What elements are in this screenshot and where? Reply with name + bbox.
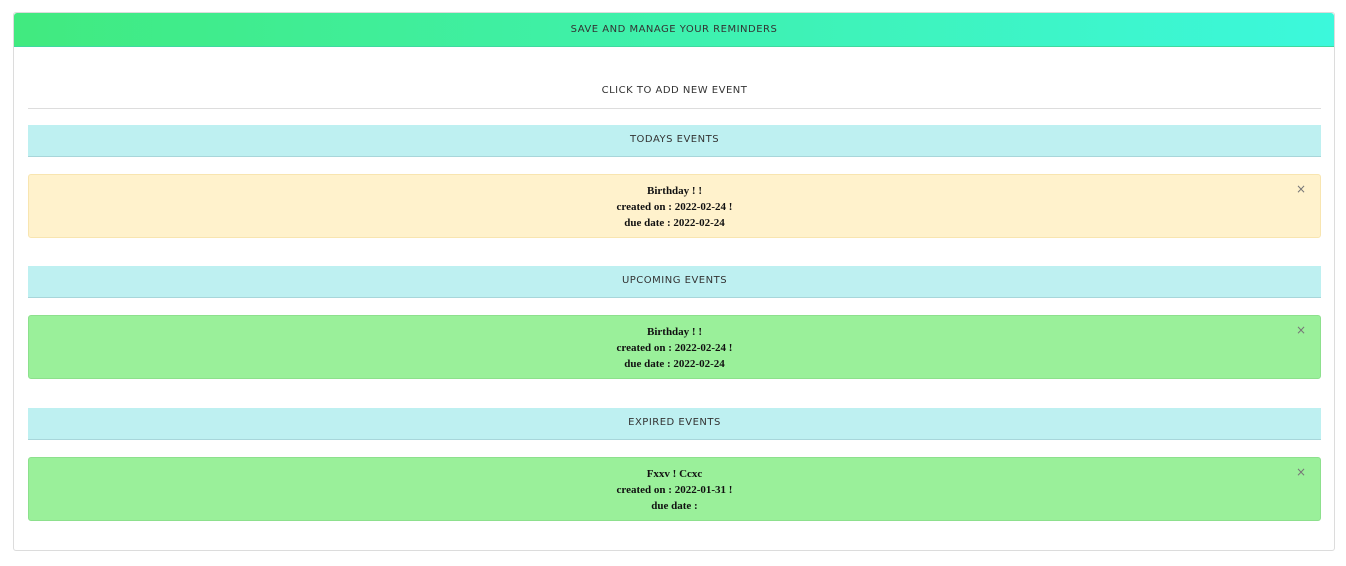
- event-due: due date : 2022-02-24: [624, 358, 725, 370]
- close-icon[interactable]: ×: [1296, 322, 1306, 338]
- event-due: due date :: [651, 500, 698, 512]
- event-created: created on : 2022-02-24 !: [616, 201, 733, 213]
- reminders-card: SAVE AND MANAGE YOUR REMINDERS CLICK TO …: [13, 12, 1335, 551]
- event-alert: Birthday ! ! created on : 2022-02-24 ! d…: [28, 174, 1321, 238]
- section-expired-events: EXPIRED EVENTS: [28, 408, 1321, 440]
- event-alert: Birthday ! ! created on : 2022-02-24 ! d…: [28, 315, 1321, 379]
- event-title: Birthday ! !: [647, 326, 702, 338]
- event-created: created on : 2022-02-24 !: [616, 342, 733, 354]
- event-title: Fxxv ! Ccxc: [646, 468, 703, 480]
- section-upcoming-events: UPCOMING EVENTS: [28, 266, 1321, 298]
- close-icon[interactable]: ×: [1296, 464, 1306, 480]
- section-todays-events: TODAYS EVENTS: [28, 125, 1321, 157]
- event-created: created on : 2022-01-31 !: [616, 484, 733, 496]
- add-event-button[interactable]: CLICK TO ADD NEW EVENT: [28, 77, 1321, 109]
- close-icon[interactable]: ×: [1296, 181, 1306, 197]
- event-alert: Fxxv ! Ccxc created on : 2022-01-31 ! du…: [28, 457, 1321, 521]
- page-title: SAVE AND MANAGE YOUR REMINDERS: [14, 13, 1334, 47]
- event-title: Birthday ! !: [647, 185, 702, 197]
- event-due: due date : 2022-02-24: [624, 217, 725, 229]
